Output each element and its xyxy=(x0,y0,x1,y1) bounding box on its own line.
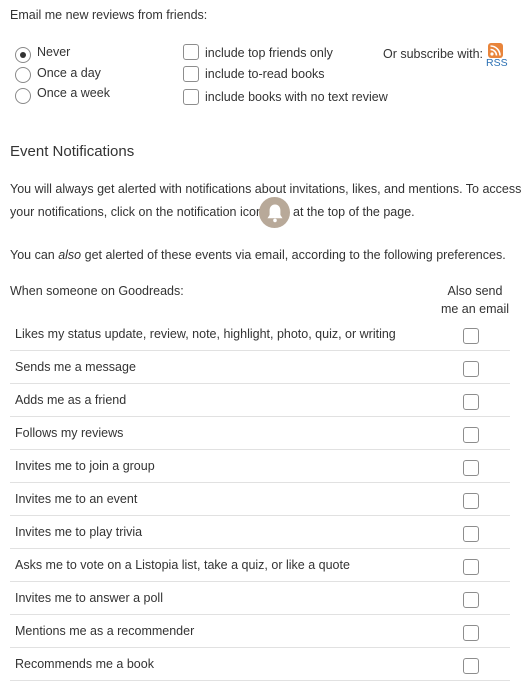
event-row: Invites me to answer a poll xyxy=(10,582,510,615)
event-row-label: Asks me to vote on a Listopia list, take… xyxy=(15,558,350,572)
email-preferences-paragraph: You can also get alerted of these events… xyxy=(10,248,506,262)
include-top-friends-checkbox[interactable] xyxy=(183,44,199,60)
event-row-label: Invites me to an event xyxy=(15,492,138,506)
include-no-text-review-checkbox[interactable] xyxy=(183,89,199,105)
event-row: Asks me to vote on a Listopia list, take… xyxy=(10,549,510,582)
event-row-email-checkbox[interactable] xyxy=(463,493,479,509)
event-row-label: Invites me to play trivia xyxy=(15,525,143,539)
rss-icon[interactable] xyxy=(488,43,503,58)
also-send-email-header: Also send me an email xyxy=(430,282,520,318)
also-send-line1: Also send xyxy=(447,284,503,298)
notifications-paragraph-line2-start: your notifications, click on the notific… xyxy=(10,205,263,219)
event-notifications-title: Event Notifications xyxy=(10,143,135,160)
event-row: Adds me as a friend xyxy=(10,384,510,417)
event-row-label: Mentions me as a recommender xyxy=(15,624,195,638)
event-row-email-checkbox[interactable] xyxy=(463,658,479,674)
notifications-paragraph-line1: You will always get alerted with notific… xyxy=(10,182,522,196)
include-to-read-checkbox[interactable] xyxy=(183,66,199,82)
rss-label[interactable]: RSS xyxy=(486,57,508,69)
event-row-email-checkbox[interactable] xyxy=(463,592,479,608)
include-no-text-review-label[interactable]: include books with no text review xyxy=(205,89,388,105)
radio-once-a-week-label[interactable]: Once a week xyxy=(37,85,110,101)
notifications-paragraph-line2-end: at the top of the page. xyxy=(293,205,415,219)
radio-once-a-day-label[interactable]: Once a day xyxy=(37,65,101,81)
subscribe-label: Or subscribe with: xyxy=(383,47,484,61)
event-row-email-checkbox[interactable] xyxy=(463,625,479,641)
radio-button-once-a-week[interactable] xyxy=(15,88,31,104)
event-row: Likes my status update, review, note, hi… xyxy=(10,318,510,351)
event-row-email-checkbox[interactable] xyxy=(463,394,479,410)
event-row: Follows my reviews xyxy=(10,417,510,450)
include-top-friends-label[interactable]: include top friends only xyxy=(205,45,333,61)
event-row-email-checkbox[interactable] xyxy=(463,526,479,542)
event-row-label: Invites me to answer a poll xyxy=(15,591,163,605)
event-row: Invites me to join a group xyxy=(10,450,510,483)
event-row: Invites me to an event xyxy=(10,483,510,516)
event-row-email-checkbox[interactable] xyxy=(463,427,479,443)
also-send-line2: me an email xyxy=(440,302,510,316)
event-row: Sends me a message xyxy=(10,351,510,384)
event-row-email-checkbox[interactable] xyxy=(463,361,479,377)
radio-button-once-a-day[interactable] xyxy=(15,67,31,83)
event-row: Mentions me as a recommender xyxy=(10,615,510,648)
event-row: Invites me to play trivia xyxy=(10,516,510,549)
email-reviews-heading: Email me new reviews from friends: xyxy=(10,8,208,22)
event-row-label: Follows my reviews xyxy=(15,426,124,440)
radio-button-never[interactable] xyxy=(15,47,31,63)
event-row-label: Adds me as a friend xyxy=(15,393,127,407)
event-row-email-checkbox[interactable] xyxy=(463,328,479,344)
event-row-label: Likes my status update, review, note, hi… xyxy=(15,327,396,341)
bell-icon xyxy=(259,197,290,228)
event-row-label: Sends me a message xyxy=(15,360,136,374)
event-row-email-checkbox[interactable] xyxy=(463,460,479,476)
event-row-label: Recommends me a book xyxy=(15,657,154,671)
event-row-label: Invites me to join a group xyxy=(15,459,155,473)
when-someone-label: When someone on Goodreads: xyxy=(10,284,184,298)
event-row: Recommends me a book xyxy=(10,648,510,681)
include-to-read-label[interactable]: include to-read books xyxy=(205,66,325,82)
radio-never-label[interactable]: Never xyxy=(37,44,70,60)
event-row-email-checkbox[interactable] xyxy=(463,559,479,575)
